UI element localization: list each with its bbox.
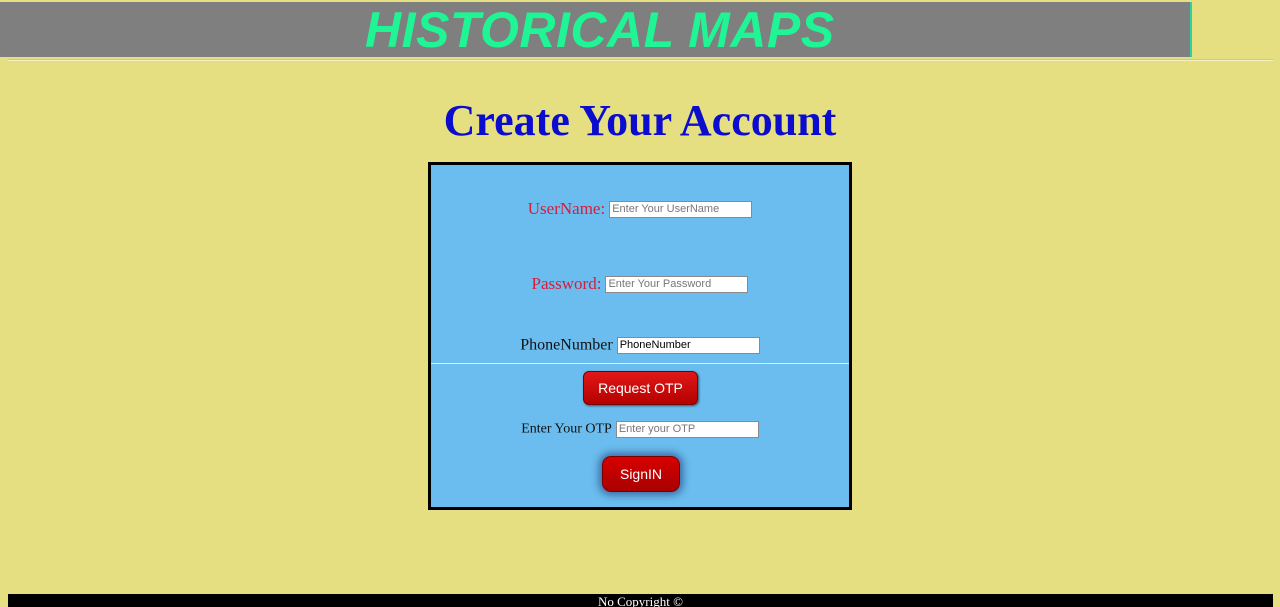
- otp-label: Enter Your OTP: [521, 421, 612, 437]
- signup-form: UserName: Enter Your UserName Password: …: [428, 162, 852, 510]
- page-title: Create Your Account: [443, 96, 837, 145]
- form-divider: [431, 363, 849, 364]
- phone-input[interactable]: PhoneNumber: [616, 336, 760, 354]
- request-otp-button[interactable]: Request OTP: [583, 371, 698, 405]
- footer: No Copyright ©: [8, 594, 1273, 607]
- username-row: UserName: Enter Your UserName: [431, 199, 849, 219]
- password-row: Password: Enter Your Password: [431, 274, 849, 294]
- phone-label: PhoneNumber: [520, 336, 613, 354]
- footer-text: No Copyright ©: [598, 594, 683, 607]
- signin-button[interactable]: SignIN: [602, 456, 680, 492]
- password-input[interactable]: Enter Your Password: [605, 275, 749, 293]
- otp-input[interactable]: Enter your OTP: [615, 420, 759, 438]
- header-divider: [8, 59, 1273, 61]
- username-input[interactable]: Enter Your UserName: [609, 200, 753, 218]
- site-title: HISTORICAL MAPS: [365, 2, 835, 58]
- password-label: Password:: [531, 274, 602, 293]
- username-label: UserName:: [527, 199, 606, 218]
- otp-row: Enter Your OTP Enter your OTP: [431, 420, 849, 438]
- header-banner: HISTORICAL MAPS: [0, 2, 1192, 57]
- phone-row: PhoneNumber PhoneNumber: [431, 336, 849, 354]
